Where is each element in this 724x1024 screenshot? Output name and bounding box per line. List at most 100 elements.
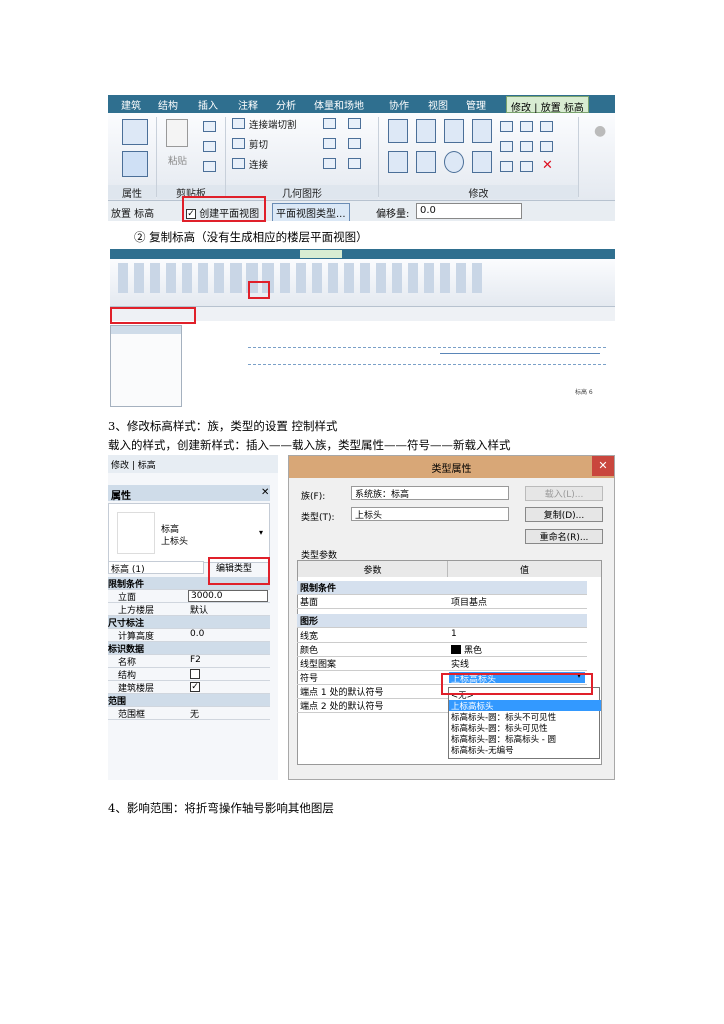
family-select[interactable]: 系统族：标高 bbox=[351, 486, 509, 500]
tab-annotate[interactable]: 注释 bbox=[238, 97, 258, 112]
dropdown-option[interactable]: 标高标头-圆：标高标头 - 圆 bbox=[449, 733, 601, 745]
type-label: 类型(T): bbox=[301, 513, 335, 523]
paste-icon[interactable] bbox=[166, 119, 188, 147]
unpin-icon[interactable] bbox=[540, 121, 553, 132]
duplicate-button[interactable]: 复制(D)... bbox=[525, 507, 603, 522]
edit-icon[interactable] bbox=[323, 158, 336, 169]
split-gap-icon[interactable] bbox=[520, 121, 533, 132]
mini-active-tab[interactable] bbox=[300, 250, 342, 258]
type-properties-screenshot: 修改 | 标高 属性 ✕ 标高 上标头 ▾ 标高 (1) 编辑类型 限制条件 立… bbox=[108, 455, 615, 780]
properties-panel: 修改 | 标高 属性 ✕ 标高 上标头 ▾ 标高 (1) 编辑类型 限制条件 立… bbox=[108, 455, 278, 780]
options-context-label: 放置 标高 bbox=[111, 209, 155, 220]
dlg-row-color[interactable]: 颜色 黑色 bbox=[297, 643, 587, 657]
offset-input[interactable]: 0.0 bbox=[416, 203, 522, 219]
instance-selector[interactable]: 标高 (1) bbox=[108, 561, 204, 575]
tab-analyze[interactable]: 分析 bbox=[276, 97, 296, 112]
highlight-create-plan-view bbox=[182, 196, 266, 222]
extend-icon[interactable] bbox=[520, 161, 533, 172]
prop-value: 0.0 bbox=[190, 629, 205, 639]
prop-row-structural[interactable]: 结构 bbox=[108, 668, 270, 681]
match-properties-icon[interactable] bbox=[203, 161, 216, 172]
type-select[interactable]: 上标头 bbox=[351, 507, 509, 521]
prop-label: 计算高度 bbox=[118, 632, 155, 642]
param-label: 基面 bbox=[300, 598, 319, 608]
scale-icon[interactable] bbox=[520, 141, 533, 152]
prop-row-scope-box[interactable]: 范围框 无 bbox=[108, 707, 270, 720]
prop-label: 结构 bbox=[118, 671, 137, 681]
array-icon[interactable] bbox=[500, 141, 513, 152]
join-geometry-icon[interactable] bbox=[232, 158, 245, 169]
chevron-down-icon[interactable]: ▾ bbox=[259, 528, 263, 537]
tab-insert[interactable]: 插入 bbox=[198, 97, 218, 112]
prop-label: 建筑楼层 bbox=[118, 684, 155, 694]
tab-view[interactable]: 视图 bbox=[428, 97, 448, 112]
properties-icon[interactable] bbox=[122, 119, 148, 145]
elevation-input[interactable]: 3000.0 bbox=[188, 590, 268, 602]
cut-join-icon[interactable] bbox=[232, 118, 245, 129]
param-value: 黑色 bbox=[464, 646, 483, 656]
cut-button[interactable]: 剪切 bbox=[249, 137, 268, 151]
split-element-icon[interactable] bbox=[500, 121, 513, 132]
paint-icon[interactable] bbox=[323, 138, 336, 149]
section-dimensions[interactable]: 尺寸标注 bbox=[108, 616, 270, 629]
cut-geometry-icon[interactable] bbox=[232, 138, 245, 149]
cut-clipboard-icon[interactable] bbox=[203, 121, 216, 132]
copy-element-icon[interactable] bbox=[416, 151, 436, 173]
dropdown-option[interactable]: 标高标头-圆：标头不可见性 bbox=[449, 711, 601, 723]
rotate-icon[interactable] bbox=[444, 151, 464, 173]
tab-manage[interactable]: 管理 bbox=[466, 97, 486, 112]
prop-label: 范围框 bbox=[118, 710, 146, 720]
dialog-close-icon[interactable]: ✕ bbox=[592, 456, 614, 476]
pin-icon[interactable] bbox=[540, 141, 553, 152]
join-button[interactable]: 连接 bbox=[249, 157, 268, 171]
mini-tab-bar bbox=[110, 249, 615, 259]
mirror-draw-icon[interactable] bbox=[472, 119, 492, 143]
move-icon[interactable] bbox=[388, 151, 408, 173]
prop-row-building-story[interactable]: 建筑楼层 ✓ bbox=[108, 681, 270, 694]
prop-row-elevation[interactable]: 立面 3000.0 bbox=[108, 590, 270, 603]
dlg-row-line-pattern[interactable]: 线型图案 实线 bbox=[297, 657, 587, 671]
load-button[interactable]: 载入(L)... bbox=[525, 486, 603, 501]
split-face-icon[interactable] bbox=[348, 118, 361, 129]
trim-icon[interactable] bbox=[472, 151, 492, 173]
dlg-row-elevation-base[interactable]: 基面 项目基点 bbox=[297, 595, 587, 609]
tab-massing-site[interactable]: 体量和场地 bbox=[314, 97, 364, 112]
lightbulb-icon[interactable]: ● bbox=[594, 123, 606, 139]
rename-button[interactable]: 重命名(R)... bbox=[525, 529, 603, 544]
level-marker-label: 标高 6 bbox=[575, 389, 593, 396]
dropdown-option-selected[interactable]: 上标高标头 bbox=[449, 700, 601, 712]
demolish-icon[interactable] bbox=[348, 138, 361, 149]
copy-icon[interactable] bbox=[203, 141, 216, 152]
tab-architecture[interactable]: 建筑 bbox=[121, 97, 141, 112]
building-story-checkbox[interactable]: ✓ bbox=[190, 682, 200, 692]
trim-multiple-icon[interactable] bbox=[500, 161, 513, 172]
dlg-row-line-weight[interactable]: 线宽 1 bbox=[297, 629, 587, 643]
dropdown-option[interactable]: 标高标头-无编号 bbox=[449, 744, 601, 756]
tab-collaborate[interactable]: 协作 bbox=[389, 97, 409, 112]
tab-modify-place-level[interactable]: 修改 | 放置 标高 bbox=[506, 96, 589, 114]
prop-row-computation-height[interactable]: 计算高度 0.0 bbox=[108, 629, 270, 642]
level-line-preview bbox=[248, 347, 606, 365]
mirror-axis-icon[interactable] bbox=[444, 119, 464, 143]
structural-checkbox[interactable] bbox=[190, 669, 200, 679]
tab-structure[interactable]: 结构 bbox=[158, 97, 178, 112]
param-label: 颜色 bbox=[300, 646, 319, 656]
dropdown-option[interactable]: 标高标头-圆：标头可见性 bbox=[449, 722, 601, 734]
prop-row-name[interactable]: 名称 F2 bbox=[108, 655, 270, 668]
hammer-icon[interactable] bbox=[348, 158, 361, 169]
plan-view-types-button[interactable]: 平面视图类型... bbox=[272, 203, 350, 221]
dlg-section-constraints[interactable]: 限制条件 bbox=[297, 581, 587, 595]
wall-joins-icon[interactable] bbox=[323, 118, 336, 129]
prop-label: 立面 bbox=[118, 593, 137, 603]
dlg-section-graphics[interactable]: 图形 bbox=[297, 614, 587, 628]
section-identity[interactable]: 标识数据 bbox=[108, 642, 270, 655]
delete-icon[interactable]: ✕ bbox=[542, 158, 553, 173]
offset-icon[interactable] bbox=[416, 119, 436, 143]
close-icon[interactable]: ✕ bbox=[261, 487, 269, 498]
align-icon[interactable] bbox=[388, 119, 408, 143]
section-extents[interactable]: 范围 bbox=[108, 694, 270, 707]
type-preview[interactable]: 标高 上标头 ▾ bbox=[108, 503, 270, 563]
cut-join-button[interactable]: 连接端切割 bbox=[249, 117, 297, 131]
type-selector-icon[interactable] bbox=[122, 151, 148, 177]
prop-row-story-above[interactable]: 上方楼层 默认 bbox=[108, 603, 270, 616]
